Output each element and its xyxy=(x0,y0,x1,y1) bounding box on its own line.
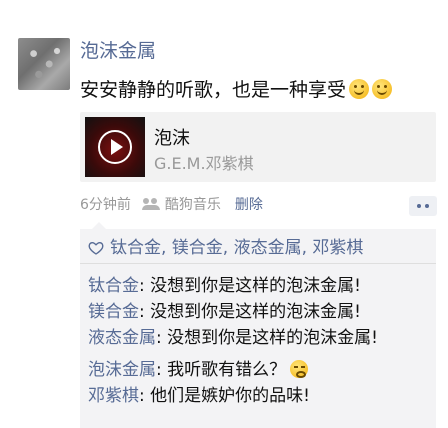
delete-link[interactable]: 删除 xyxy=(235,194,263,214)
comment-author[interactable]: 液态金属 xyxy=(88,328,156,348)
post-meta: 6分钟前 酷狗音乐 删除 xyxy=(80,194,263,214)
comment-text: : 他们是嫉妒你的品味! xyxy=(139,386,310,406)
comment-row[interactable]: 钛合金: 没想到你是这样的泡沫金属! xyxy=(88,275,361,297)
song-artist: G.E.M.邓紫棋 xyxy=(154,154,254,173)
comment-author[interactable]: 钛合金 xyxy=(88,276,139,296)
heart-icon xyxy=(88,241,104,255)
post-time: 6分钟前 xyxy=(80,197,131,213)
friends-icon xyxy=(141,198,160,210)
music-share-card[interactable]: 泡沫 G.E.M.邓紫棋 xyxy=(80,112,436,182)
album-cover xyxy=(85,117,145,177)
comment-row[interactable]: 镁合金: 没想到你是这样的泡沫金属! xyxy=(88,301,361,323)
comment-author[interactable]: 泡沫金属 xyxy=(88,360,156,380)
smile-emoji-icon xyxy=(349,79,370,99)
comment-author[interactable]: 镁合金 xyxy=(88,302,139,322)
comment-action-button[interactable] xyxy=(409,196,437,216)
post-source[interactable]: 酷狗音乐 xyxy=(165,194,221,214)
comment-row[interactable]: 邓紫棋: 他们是嫉妒你的品味! xyxy=(88,385,310,407)
comment-text: : 没想到你是这样的泡沫金属! xyxy=(139,276,361,296)
comment-text: : 我听歌有错么？ xyxy=(156,360,287,380)
sleepy-emoji-icon xyxy=(290,360,309,378)
smile-emoji-icon xyxy=(372,79,393,99)
likes-names[interactable]: 钛合金, 镁合金, 液态金属, 邓紫棋 xyxy=(110,237,363,259)
author-name[interactable]: 泡沫金属 xyxy=(80,40,156,62)
interaction-panel-arrow xyxy=(92,222,106,229)
likes-divider xyxy=(80,263,436,264)
comment-text: : 没想到你是这样的泡沫金属! xyxy=(139,302,361,322)
song-title: 泡沫 xyxy=(154,128,190,149)
comment-row[interactable]: 液态金属: 没想到你是这样的泡沫金属! xyxy=(88,327,378,349)
comment-row[interactable]: 泡沫金属: 我听歌有错么？ xyxy=(88,359,309,381)
author-avatar[interactable] xyxy=(18,38,70,90)
likes-row: 钛合金, 镁合金, 液态金属, 邓紫棋 xyxy=(88,237,363,259)
comment-text: : 没想到你是这样的泡沫金属! xyxy=(156,328,378,348)
post-text-body: 安安静静的听歌，也是一种享受 xyxy=(80,79,347,101)
comment-author[interactable]: 邓紫棋 xyxy=(88,386,139,406)
play-icon[interactable] xyxy=(98,130,132,164)
post-text: 安安静静的听歌，也是一种享受 xyxy=(80,78,393,102)
interaction-panel: 钛合金, 镁合金, 液态金属, 邓紫棋 钛合金: 没想到你是这样的泡沫金属! 镁… xyxy=(80,229,436,428)
